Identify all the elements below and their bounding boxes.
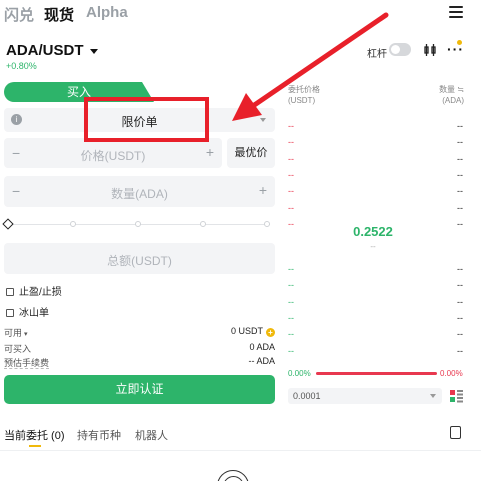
- annotation-arrow: [232, 12, 389, 121]
